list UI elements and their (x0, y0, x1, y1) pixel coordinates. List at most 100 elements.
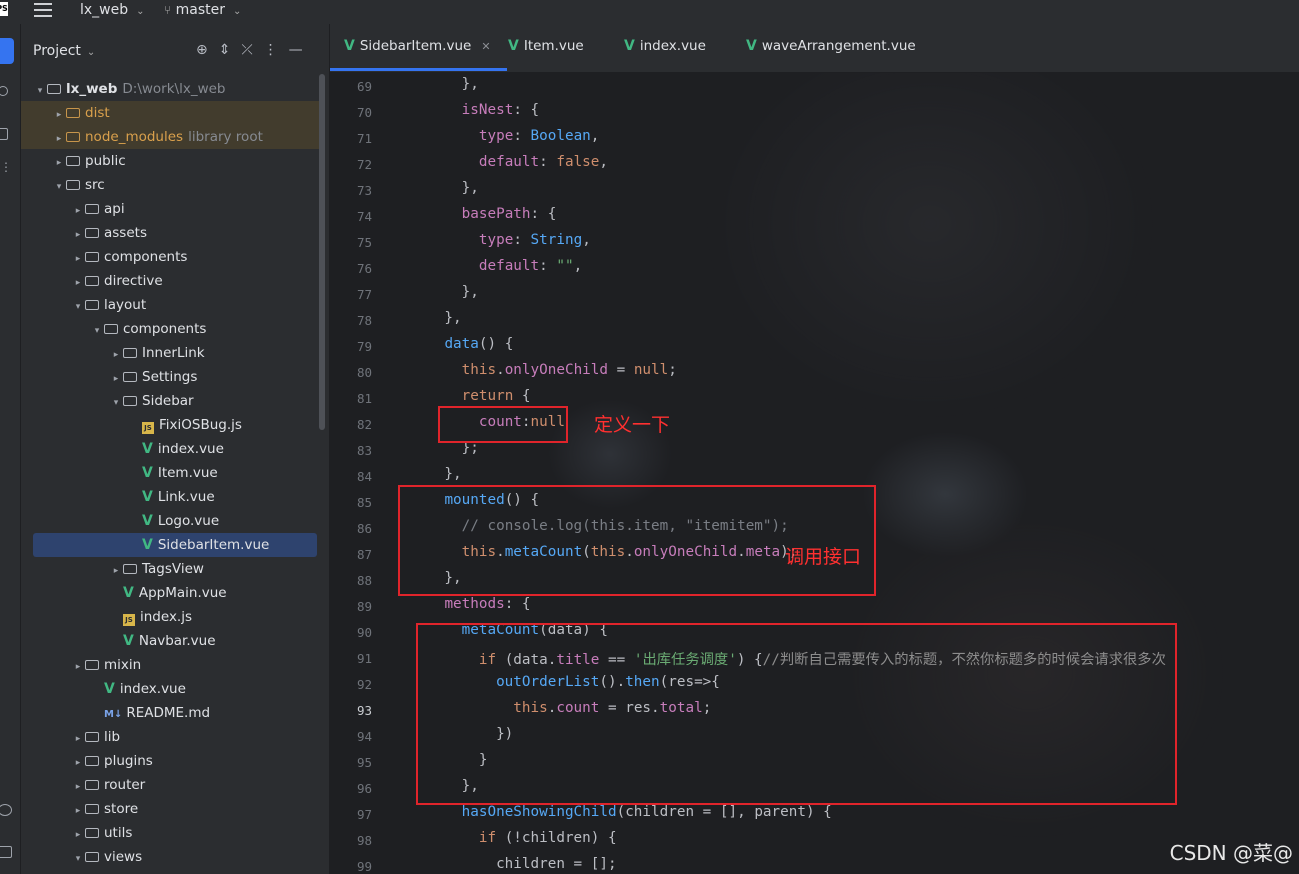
chevron-right-icon[interactable]: ▸ (71, 775, 85, 799)
chevron-right-icon[interactable]: ▸ (71, 199, 85, 223)
close-tab-icon[interactable]: ✕ (481, 40, 490, 53)
code-line[interactable]: isNest: { (410, 102, 539, 118)
code-line[interactable]: default: "", (410, 258, 582, 274)
chevron-down-icon[interactable]: ▾ (90, 319, 104, 343)
terminal-icon[interactable] (0, 846, 12, 858)
tree-item[interactable]: ▸ store (21, 797, 321, 821)
code-line[interactable]: this.onlyOneChild = null; (410, 362, 677, 378)
tree-item[interactable]: ▾ layout (21, 293, 321, 317)
tree-item[interactable]: ▸ Settings (21, 365, 321, 389)
tab-label: index.vue (639, 38, 706, 54)
tree-item[interactable]: V AppMain.vue (21, 581, 321, 605)
code-line[interactable]: }, (410, 310, 461, 326)
chevron-down-icon[interactable]: ▾ (109, 391, 123, 415)
tree-item[interactable]: ▸ dist (21, 101, 321, 125)
chevron-right-icon[interactable]: ▸ (109, 559, 123, 583)
tree-item[interactable]: V Logo.vue (21, 509, 321, 533)
editor-tab[interactable]: V Item.vue (508, 38, 584, 54)
tree-item[interactable]: ▸ directive (21, 269, 321, 293)
tree-item[interactable]: ▾ views (21, 845, 321, 869)
chevron-right-icon[interactable]: ▸ (71, 823, 85, 847)
chevron-down-icon[interactable]: ▾ (71, 847, 85, 871)
code-line[interactable]: children = []; (410, 856, 617, 872)
tree-item[interactable]: ▸ mixin (21, 653, 321, 677)
tree-item[interactable]: ▸ router (21, 773, 321, 797)
chevron-right-icon[interactable]: ▸ (109, 343, 123, 367)
tree-item[interactable]: M↓ README.md (21, 701, 321, 725)
code-line[interactable]: type: Boolean, (410, 128, 600, 144)
tree-item-label: lib (104, 729, 121, 745)
chevron-right-icon[interactable]: ▸ (52, 151, 66, 175)
chevron-right-icon[interactable]: ▸ (71, 223, 85, 247)
expand-collapse-icon[interactable]: ⇕ (219, 42, 242, 58)
chevron-down-icon[interactable]: ▾ (71, 295, 85, 319)
branch-switcher[interactable]: ⑂ master ⌄ (164, 2, 241, 18)
chevron-right-icon[interactable]: ▸ (71, 271, 85, 295)
folder-icon (85, 756, 99, 766)
tree-item[interactable]: ▸ components (21, 245, 321, 269)
code-line[interactable]: data() { (410, 336, 513, 352)
collapse-all-icon[interactable]: ⤫ (241, 42, 263, 58)
code-line[interactable]: return { (410, 388, 531, 404)
code-line[interactable]: basePath: { (410, 206, 557, 222)
more-icon[interactable]: ⋮ (0, 160, 12, 174)
tree-item[interactable]: Vindex.vue (21, 437, 321, 461)
tree-item[interactable]: ▸ api (21, 197, 321, 221)
code-line[interactable]: }, (410, 180, 479, 196)
tree-item[interactable]: ▸ plugins (21, 749, 321, 773)
tree-item[interactable]: V Link.vue (21, 485, 321, 509)
code-line[interactable]: methods: { (410, 596, 530, 612)
tree-item[interactable]: V SidebarItem.vue (33, 533, 317, 557)
tree-item[interactable]: ▸ public (21, 149, 321, 173)
tree-item[interactable]: ▾ Sidebar (21, 389, 321, 413)
tree-item[interactable]: ▾ src (21, 173, 321, 197)
chevron-right-icon[interactable]: ▸ (71, 799, 85, 823)
tree-item[interactable]: ▸ node_modules library root (21, 125, 321, 149)
chevron-right-icon[interactable]: ▸ (71, 727, 85, 751)
services-icon[interactable] (0, 804, 12, 816)
project-switcher[interactable]: lx_web ⌄ (80, 2, 145, 18)
chevron-right-icon[interactable]: ▸ (71, 247, 85, 271)
code-line[interactable]: hasOneShowingChild(children = [], parent… (410, 804, 832, 820)
tree-scrollbar[interactable] (319, 74, 325, 430)
structure-icon[interactable] (0, 128, 8, 140)
hide-icon[interactable]: — (289, 42, 314, 58)
code-line[interactable]: }, (410, 284, 479, 300)
tree-item[interactable]: V Item.vue (21, 461, 321, 485)
tree-item[interactable]: ▸ utils (21, 821, 321, 845)
chevron-right-icon[interactable]: ▸ (71, 655, 85, 679)
project-tool-button[interactable] (0, 38, 14, 64)
chevron-right-icon[interactable]: ▸ (52, 103, 66, 127)
project-panel-title[interactable]: Project ⌄ (33, 43, 95, 59)
code-line[interactable]: }, (410, 466, 461, 482)
chevron-right-icon[interactable]: ▸ (109, 367, 123, 391)
tree-item[interactable]: V Navbar.vue (21, 629, 321, 653)
tree-item[interactable]: ▸ assets (21, 221, 321, 245)
code-line[interactable]: if (!children) { (410, 830, 617, 846)
tree-item[interactable]: JS index.js (21, 605, 321, 629)
chevron-down-icon[interactable]: ▾ (33, 79, 47, 103)
tree-item[interactable]: ▾ components (21, 317, 321, 341)
code-line[interactable]: }, (410, 76, 479, 92)
code-token: onlyOneChild (504, 362, 608, 378)
tree-item[interactable]: ▸ InnerLink (21, 341, 321, 365)
locate-icon[interactable]: ⊕ (196, 42, 219, 58)
tree-item[interactable]: ▸ lib (21, 725, 321, 749)
annotation-box-metacount (416, 623, 1177, 805)
main-menu-icon[interactable] (34, 3, 52, 17)
commit-icon[interactable] (0, 86, 8, 96)
tree-item[interactable]: Vindex.vue (21, 677, 321, 701)
tree-item[interactable]: ▾ lx_web D:\work\lx_web (21, 77, 321, 101)
tree-item[interactable]: JS FixiOSBug.js (21, 413, 321, 437)
tree-item[interactable]: ▸ TagsView (21, 557, 321, 581)
chevron-right-icon[interactable]: ▸ (52, 127, 66, 151)
editor-tab[interactable]: V SidebarItem.vue ✕ (330, 38, 507, 71)
editor-tab[interactable]: Vindex.vue (624, 38, 706, 54)
editor-tab[interactable]: VwaveArrangement.vue (746, 38, 916, 54)
chevron-down-icon[interactable]: ▾ (52, 175, 66, 199)
chevron-right-icon[interactable]: ▸ (71, 751, 85, 775)
options-icon[interactable]: ⋮ (264, 42, 289, 58)
code-line[interactable]: type: String, (410, 232, 591, 248)
code-line[interactable]: default: false, (410, 154, 608, 170)
